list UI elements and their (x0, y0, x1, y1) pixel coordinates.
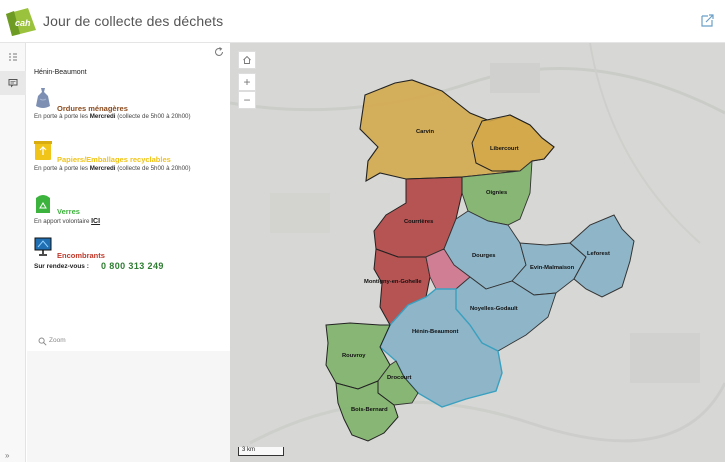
pe-text: En porte à porte les Mercredi (collecte … (34, 165, 191, 172)
refresh-icon[interactable] (214, 47, 224, 57)
om-text: En porte à porte les Mercredi (collecte … (34, 113, 191, 120)
map-canvas[interactable]: Carvin Libercourt Oignies Courrières Dou… (230, 43, 725, 462)
town-label-courrieres: Courrières (404, 219, 433, 225)
cah-logo: cah (6, 8, 36, 36)
zoom-out-button[interactable]: − (238, 91, 256, 109)
list-icon (9, 53, 17, 61)
enc-phone-number[interactable]: 0 800 313 249 (101, 261, 164, 271)
commune-name: Hénin-Beaumont (34, 69, 87, 76)
panel-footer (27, 351, 230, 462)
scale-label: 3 km (242, 447, 256, 453)
town-label-dourges: Dourges (472, 253, 496, 259)
town-label-montigny: Montigny-en-Gohelle (364, 279, 422, 285)
app-header: cah Jour de collecte des déchets (0, 0, 725, 43)
garbage-bag-icon (36, 88, 50, 108)
verres-link[interactable]: ICI (91, 218, 100, 225)
info-button[interactable] (0, 71, 26, 95)
town-label-leforest: Leforest (587, 251, 610, 257)
share-icon[interactable] (699, 13, 715, 29)
zoom-to-feature-button[interactable]: Zoom (27, 333, 230, 351)
town-label-noyelles: Noyelles-Godault (470, 306, 518, 312)
enc-title: Encombrants (57, 251, 105, 260)
plus-icon: + (243, 75, 251, 89)
bulky-items-monitor-icon (34, 237, 52, 256)
left-toolbar: » (0, 43, 26, 462)
om-title: Ordures ménagères (57, 104, 128, 113)
town-label-rouvroy: Rouvroy (342, 353, 366, 359)
legend-button[interactable] (0, 45, 26, 69)
minus-icon: − (243, 93, 251, 107)
glass-container-icon (36, 195, 50, 213)
verres-title: Verres (57, 207, 80, 216)
app-title: Jour de collecte des déchets (43, 13, 224, 29)
zoom-magnifier-icon (38, 337, 47, 346)
town-label-bois-bernard: Bois-Bernard (351, 407, 388, 413)
town-label-evin: Evin-Malmaison (530, 265, 575, 271)
town-label-drocourt: Drocourt (387, 375, 412, 381)
info-panel: Hénin-Beaumont Ordures ménagères En port… (27, 43, 230, 462)
scale-bar: 3 km (238, 447, 284, 456)
pe-title: Papiers/Emballages recyclables (57, 155, 171, 164)
town-label-carvin: Carvin (416, 129, 435, 135)
home-button[interactable] (238, 51, 256, 69)
map-view[interactable]: Carvin Libercourt Oignies Courrières Dou… (230, 43, 725, 462)
verres-text: En apport volontaire ICI (34, 218, 101, 225)
enc-phone-label: Sur rendez-vous : (34, 263, 89, 270)
zoom-label: Zoom (49, 337, 66, 344)
town-label-henin: Hénin-Beaumont (412, 329, 458, 335)
expand-panel-icon[interactable]: » (5, 451, 9, 460)
logo-text: cah (15, 18, 31, 28)
comment-icon (8, 79, 18, 88)
home-icon (243, 55, 251, 64)
town-label-libercourt: Libercourt (490, 146, 519, 152)
town-label-oignies: Oignies (486, 190, 507, 196)
zoom-in-button[interactable]: + (238, 73, 256, 91)
recycling-bin-yellow-icon (34, 141, 52, 160)
